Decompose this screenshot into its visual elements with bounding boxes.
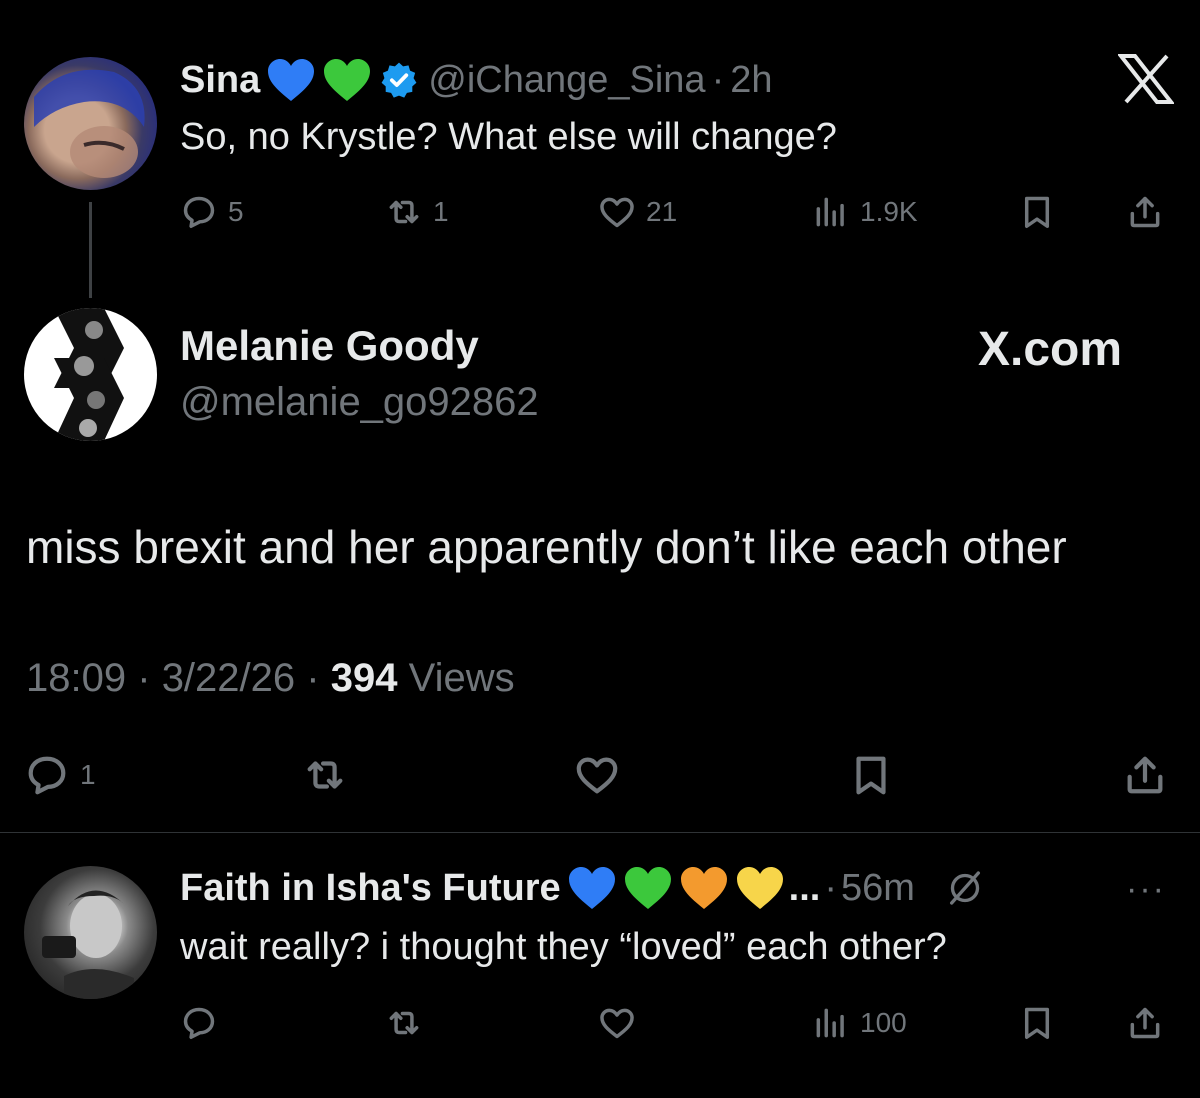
- reply-button[interactable]: [180, 998, 218, 1048]
- like-icon: [600, 1008, 634, 1039]
- bookmark-icon: [1024, 1007, 1050, 1039]
- action-bar: 5 1 21 1.9K: [180, 187, 1170, 237]
- separator: ·: [824, 866, 837, 909]
- bookmark-icon: [1024, 196, 1050, 228]
- tweet-meta: 18:09 · 3/22/26 · 394 Views: [26, 656, 515, 701]
- tweet-text: wait really? i thought they “loved” each…: [180, 926, 947, 968]
- blue-heart-icon: [268, 59, 315, 101]
- share-button[interactable]: [1126, 187, 1164, 237]
- repost-icon: [389, 200, 419, 224]
- like-count: 21: [646, 196, 678, 227]
- display-name[interactable]: Melanie Goody: [180, 322, 479, 370]
- thread-connector: [89, 202, 92, 298]
- reply-count: 1: [80, 759, 96, 790]
- views-label: Views: [408, 656, 515, 700]
- like-button[interactable]: [598, 998, 636, 1048]
- share-icon: [1127, 756, 1163, 794]
- repost-count: 1: [433, 196, 449, 227]
- reply-icon: [28, 756, 66, 795]
- views-icon: [816, 1008, 844, 1038]
- timestamp[interactable]: 2h: [730, 59, 772, 102]
- blue-heart-icon: [568, 867, 615, 909]
- reply-icon: [183, 1007, 215, 1039]
- like-button[interactable]: 21: [598, 187, 677, 237]
- x-logo-icon: [1118, 54, 1174, 104]
- repost-icon: [389, 1011, 419, 1035]
- author-row: Faith in Isha's Future ... · 56m: [180, 858, 985, 918]
- context-tweet[interactable]: Sina @iChange_Sina · 2h So, no Krystle? …: [0, 0, 1200, 300]
- separator: ·: [137, 656, 151, 700]
- grok-icon[interactable]: [945, 868, 985, 908]
- separator: ·: [711, 58, 725, 101]
- x-com-watermark: X.com: [978, 323, 1123, 376]
- views-icon: [816, 197, 844, 227]
- timestamp[interactable]: 56m: [841, 867, 915, 910]
- tweet-text: miss brexit and her apparently don’t lik…: [26, 521, 1067, 573]
- bookmark-button[interactable]: [848, 750, 894, 800]
- avatar-photo: [54, 308, 124, 441]
- share-button[interactable]: [1122, 750, 1168, 800]
- action-bar: 1: [0, 750, 1200, 806]
- handle[interactable]: @iChange_Sina: [428, 59, 705, 102]
- repost-icon: [307, 761, 343, 789]
- repost-button[interactable]: 1: [385, 187, 449, 237]
- views-button[interactable]: 100: [812, 998, 907, 1048]
- handle[interactable]: @melanie_go92862: [180, 380, 539, 425]
- repost-button[interactable]: [385, 998, 423, 1048]
- like-icon: [600, 197, 634, 228]
- bookmark-button[interactable]: [1018, 187, 1056, 237]
- tweet-date[interactable]: 3/22/26: [162, 656, 295, 700]
- repost-button[interactable]: [302, 750, 348, 800]
- views-count: 1.9K: [860, 196, 918, 227]
- yellow-heart-icon: [736, 867, 783, 909]
- bookmark-button[interactable]: [1018, 998, 1056, 1048]
- like-icon: [576, 757, 618, 794]
- avatar-photo: [42, 890, 134, 999]
- more-options-icon[interactable]: ···: [1126, 870, 1166, 909]
- like-button[interactable]: [574, 750, 620, 800]
- reply-icon: [183, 196, 215, 228]
- name-ellipsis: ...: [788, 866, 821, 909]
- tweet-text: So, no Krystle? What else will change?: [180, 116, 837, 158]
- share-button[interactable]: [1126, 998, 1164, 1048]
- divider: [0, 832, 1200, 833]
- tweet-time[interactable]: 18:09: [26, 656, 126, 700]
- share-icon: [1130, 1007, 1160, 1039]
- views-button[interactable]: 1.9K: [812, 187, 918, 237]
- views-count[interactable]: 394: [331, 656, 398, 700]
- views-count: 100: [860, 1007, 907, 1038]
- avatar-photo: [34, 69, 145, 178]
- avatar[interactable]: [24, 866, 157, 999]
- orange-heart-icon: [680, 867, 727, 909]
- display-name[interactable]: Sina: [180, 59, 260, 102]
- avatar[interactable]: [24, 57, 157, 190]
- reply-count: 5: [228, 196, 244, 227]
- reply-button[interactable]: 5: [180, 187, 244, 237]
- avatar[interactable]: [24, 308, 157, 441]
- green-heart-icon: [624, 867, 671, 909]
- author-row: Sina @iChange_Sina · 2h: [180, 52, 773, 108]
- bookmark-icon: [856, 756, 886, 795]
- thread-view: Sina @iChange_Sina · 2h So, no Krystle? …: [0, 0, 1200, 1098]
- green-heart-icon: [324, 59, 371, 101]
- verified-icon: [381, 62, 417, 98]
- share-icon: [1130, 196, 1160, 228]
- reply-button[interactable]: 1: [24, 750, 96, 800]
- action-bar: 100: [180, 998, 1170, 1048]
- separator: ·: [306, 656, 320, 700]
- display-name[interactable]: Faith in Isha's Future: [180, 867, 561, 910]
